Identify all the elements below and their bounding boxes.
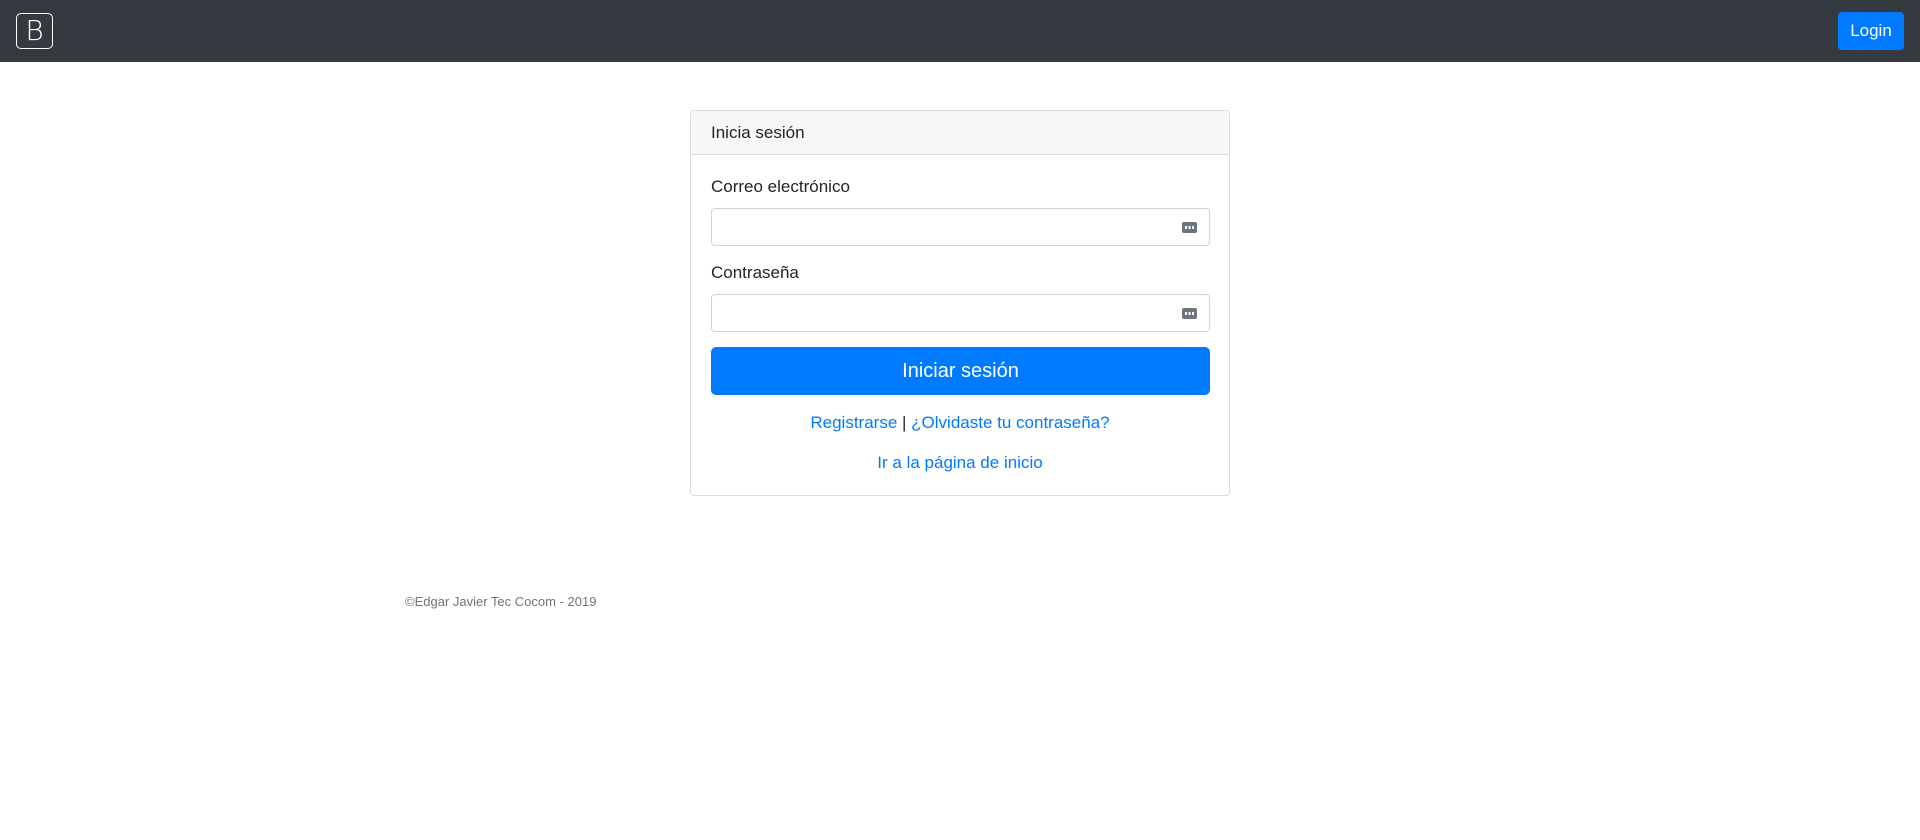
password-manager-icon[interactable] <box>1182 308 1197 319</box>
footer-copyright: ©Edgar Javier Tec Cocom - 2019 <box>405 594 597 609</box>
brand-logo[interactable]: B <box>16 13 53 49</box>
auth-links: Registrarse | ¿Olvidaste tu contraseña? <box>691 413 1229 433</box>
card-title: Inicia sesión <box>691 111 1229 155</box>
forgot-password-link[interactable]: ¿Olvidaste tu contraseña? <box>911 413 1109 432</box>
email-label: Correo electrónico <box>711 177 850 196</box>
login-card: Inicia sesión Correo electrónico Contras… <box>690 110 1230 496</box>
home-page-link[interactable]: Ir a la página de inicio <box>877 453 1042 472</box>
password-label: Contraseña <box>711 263 799 282</box>
register-link[interactable]: Registrarse <box>810 413 897 432</box>
login-nav-button[interactable]: Login <box>1838 12 1904 50</box>
link-separator: | <box>902 413 907 432</box>
home-link-row: Ir a la página de inicio <box>691 453 1229 473</box>
email-field[interactable] <box>711 208 1210 246</box>
top-navbar: B Login <box>0 0 1920 62</box>
password-manager-icon[interactable] <box>1182 222 1197 233</box>
login-submit-button[interactable]: Iniciar sesión <box>711 347 1210 395</box>
password-field[interactable] <box>711 294 1210 332</box>
